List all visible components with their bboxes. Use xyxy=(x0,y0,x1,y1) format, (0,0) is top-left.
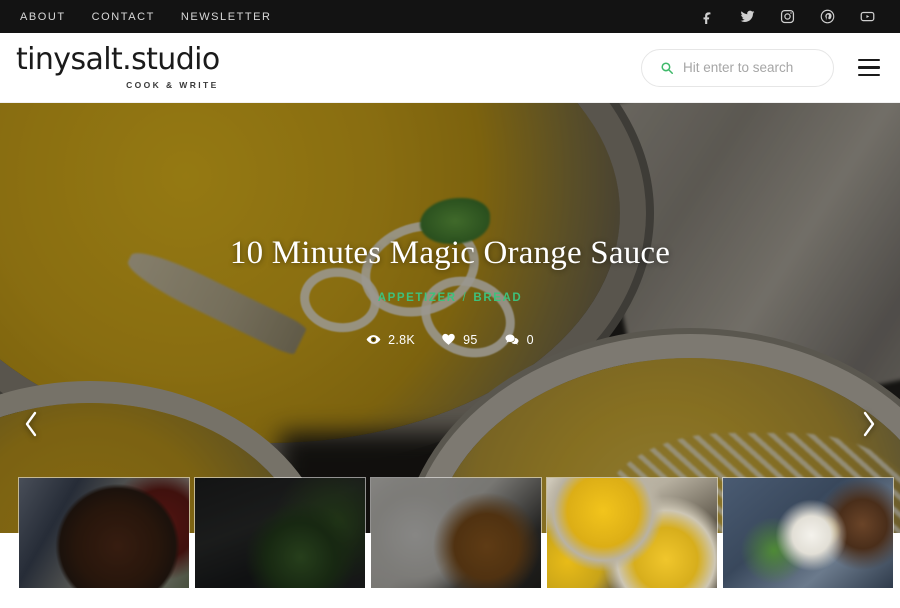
hero-categories: APPETIZER / BREAD xyxy=(378,292,523,304)
eye-icon xyxy=(366,332,381,347)
site-logo[interactable]: tinysalt.studio COOK & WRITE xyxy=(16,42,220,91)
logo-tagline: COOK & WRITE xyxy=(126,80,219,90)
comment-icon xyxy=(504,332,520,347)
hamburger-bar-3 xyxy=(858,73,880,77)
thumbnail-2-overlay xyxy=(195,478,365,588)
hero-views-stat: 2.8K xyxy=(366,332,415,347)
thumbnail-3[interactable] xyxy=(370,477,542,589)
carousel-next-button[interactable] xyxy=(852,407,886,441)
search-input[interactable] xyxy=(683,60,811,75)
search-box[interactable] xyxy=(641,48,834,87)
hero-category-appetizer[interactable]: APPETIZER xyxy=(378,292,457,304)
page-root: ABOUT CONTACT NEWSLETTER tinysalt.studio… xyxy=(0,0,900,608)
hero-comments-stat: 0 xyxy=(504,332,534,347)
thumbnail-5[interactable] xyxy=(722,477,894,589)
hero-post-meta: 2.8K 95 0 xyxy=(366,332,534,347)
youtube-icon[interactable] xyxy=(860,9,875,24)
hero-slider: 10 Minutes Magic Orange Sauce APPETIZER … xyxy=(0,103,900,533)
thumbnail-1[interactable] xyxy=(18,477,190,589)
top-nav-link-contact[interactable]: CONTACT xyxy=(92,11,155,23)
search-icon xyxy=(660,61,674,75)
carousel-prev-button[interactable] xyxy=(14,407,48,441)
top-bar: ABOUT CONTACT NEWSLETTER xyxy=(0,0,900,33)
twitter-icon[interactable] xyxy=(740,9,755,24)
site-header: tinysalt.studio COOK & WRITE xyxy=(0,33,900,103)
hero-likes-stat: 95 xyxy=(441,332,478,347)
hero-likes-count: 95 xyxy=(463,332,478,347)
social-links xyxy=(700,9,880,24)
top-nav-link-about[interactable]: ABOUT xyxy=(20,11,66,23)
thumbnail-3-overlay xyxy=(371,478,541,588)
heart-icon xyxy=(441,332,456,347)
logo-text: tinysalt.studio xyxy=(16,42,220,77)
hero-views-count: 2.8K xyxy=(388,332,416,347)
hamburger-bar-2 xyxy=(858,66,880,69)
thumbnail-2[interactable] xyxy=(194,477,366,589)
hamburger-menu-icon[interactable] xyxy=(858,58,880,77)
hero-category-separator: / xyxy=(462,292,468,304)
instagram-icon[interactable] xyxy=(780,9,795,24)
thumbnail-4[interactable] xyxy=(546,477,718,589)
hero-content: 10 Minutes Magic Orange Sauce APPETIZER … xyxy=(0,235,900,347)
carousel-thumbnail-strip xyxy=(18,477,894,589)
thumbnail-1-overlay xyxy=(19,478,189,588)
top-navigation: ABOUT CONTACT NEWSLETTER xyxy=(20,11,272,23)
thumbnail-5-overlay xyxy=(723,478,893,588)
hero-post-title[interactable]: 10 Minutes Magic Orange Sauce xyxy=(230,235,670,272)
hamburger-bar-1 xyxy=(858,58,880,62)
facebook-icon[interactable] xyxy=(700,9,715,24)
hero-comments-count: 0 xyxy=(526,332,534,347)
thumbnail-4-overlay xyxy=(547,478,717,588)
pinterest-icon[interactable] xyxy=(820,9,835,24)
hero-category-bread[interactable]: BREAD xyxy=(473,292,522,304)
top-nav-link-newsletter[interactable]: NEWSLETTER xyxy=(181,11,272,23)
